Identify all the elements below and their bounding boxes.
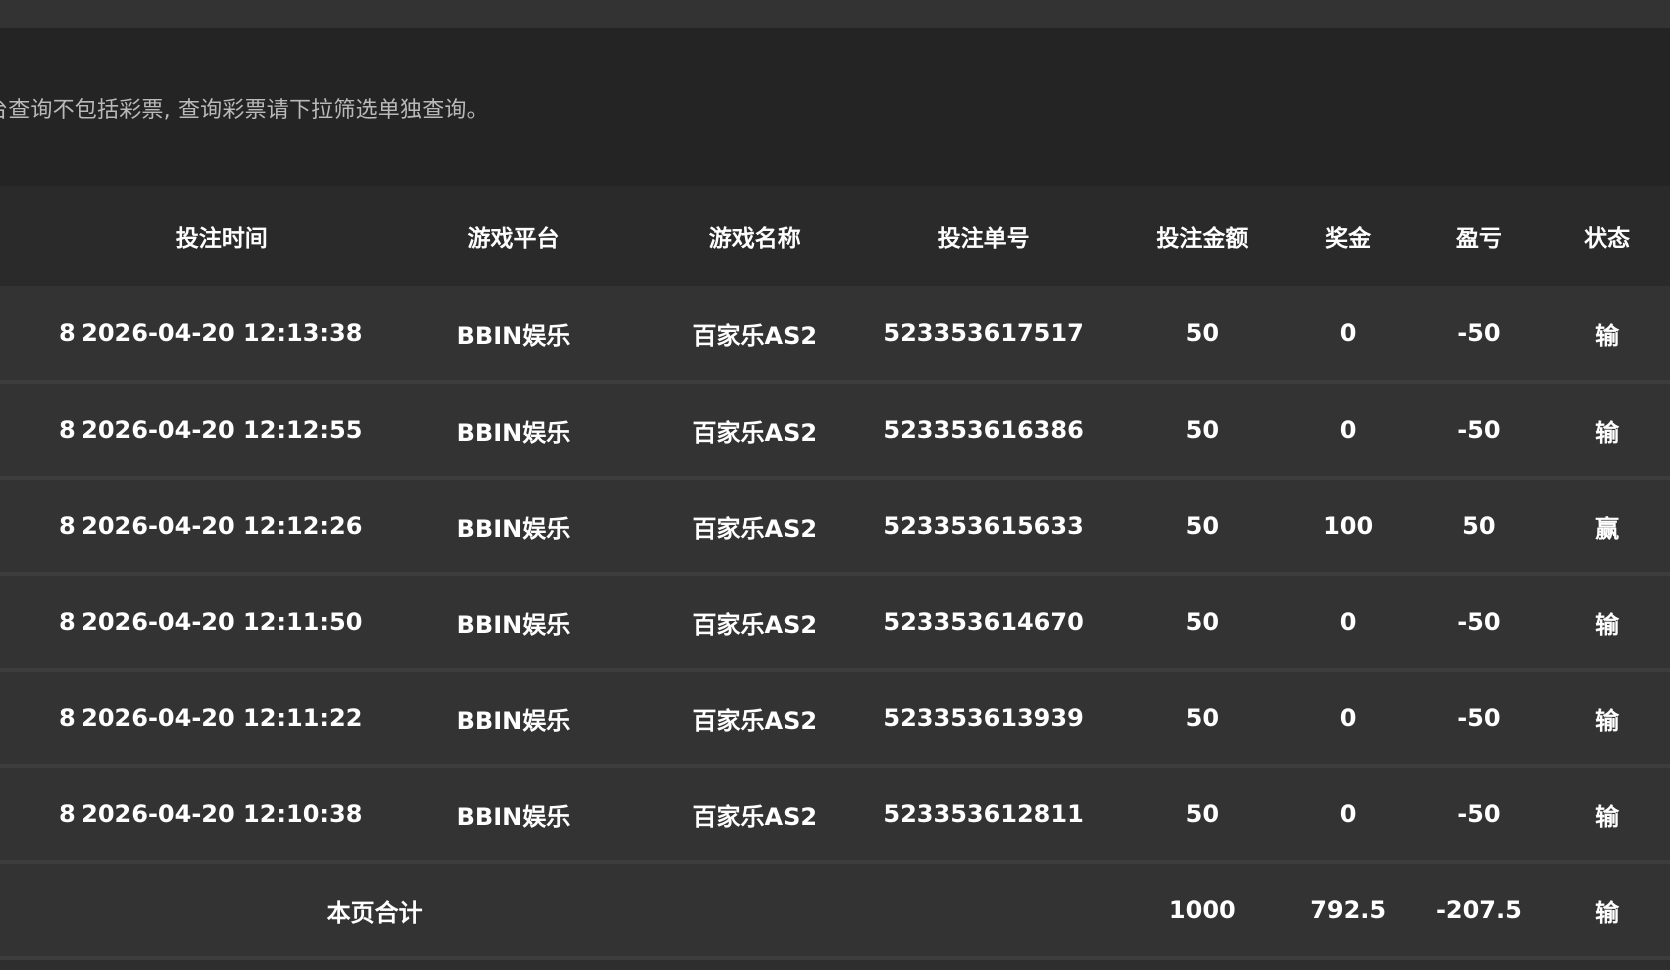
notice-text: 台查询不包括彩票, 查询彩票请下拉筛选单独查询。 — [0, 98, 489, 123]
table-row: 8 2026-04-20 12:12:26 BBIN娱乐 百家乐AS2 5233… — [0, 478, 1670, 574]
cell-order: 523353617517 — [883, 319, 1084, 347]
cell-id: 8 — [59, 800, 76, 828]
cell-platform: BBIN娱乐 — [456, 610, 571, 639]
notice-panel: 台查询不包括彩票, 查询彩票请下拉筛选单独查询。 — [0, 28, 1670, 186]
cell-game: 百家乐AS2 — [692, 802, 818, 831]
cell-time: 2026-04-20 12:12:55 — [81, 416, 363, 444]
cell-prize: 0 — [1339, 800, 1357, 828]
cell-profit: -50 — [1457, 800, 1501, 828]
summary-status: 输 — [1595, 898, 1620, 927]
table-row: 8 2026-04-20 12:11:22 BBIN娱乐 百家乐AS2 5233… — [0, 670, 1670, 766]
summary-amount: 1000 — [1168, 896, 1236, 924]
header-prize: 奖金 — [1325, 226, 1372, 252]
summary-order — [845, 862, 1122, 958]
cell-prize: 0 — [1339, 416, 1357, 444]
cell-time: 2026-04-20 12:10:38 — [81, 800, 363, 828]
cell-time: 2026-04-20 12:12:26 — [81, 512, 363, 540]
cell-amount: 50 — [1185, 319, 1220, 347]
cell-amount: 50 — [1185, 704, 1220, 732]
summary-row: 本页合计 1000 792.5 -207.5 输 — [0, 862, 1670, 958]
header-id — [0, 186, 81, 286]
bet-records-table-wrap: 投注时间 游戏平台 游戏名称 投注单号 投注金额 奖金 盈亏 状态 8 2026… — [0, 186, 1670, 970]
header-platform: 游戏平台 — [467, 226, 560, 252]
header-order: 投注单号 — [937, 226, 1030, 252]
cell-time: 2026-04-20 12:13:38 — [81, 319, 363, 347]
cell-platform: BBIN娱乐 — [456, 802, 571, 831]
header-time: 投注时间 — [175, 226, 268, 252]
cell-order: 523353613939 — [883, 704, 1084, 732]
cell-id: 8 — [59, 704, 76, 732]
cell-order: 523353612811 — [883, 800, 1084, 828]
table-row: 8 2026-04-20 12:13:38 BBIN娱乐 百家乐AS2 5233… — [0, 286, 1670, 382]
header-status: 状态 — [1584, 226, 1631, 252]
cell-amount: 50 — [1185, 608, 1220, 636]
summary-profit: -207.5 — [1435, 896, 1522, 924]
cell-game: 百家乐AS2 — [692, 418, 818, 447]
cell-platform: BBIN娱乐 — [456, 418, 571, 447]
cell-status: 输 — [1595, 706, 1620, 735]
cell-status: 赢 — [1595, 514, 1620, 543]
cell-profit: -50 — [1457, 416, 1501, 444]
cell-profit: -50 — [1457, 704, 1501, 732]
top-bar — [0, 0, 1670, 28]
table-header-row: 投注时间 游戏平台 游戏名称 投注单号 投注金额 奖金 盈亏 状态 — [0, 186, 1670, 286]
cell-status: 输 — [1595, 610, 1620, 639]
cell-game: 百家乐AS2 — [692, 706, 818, 735]
cell-profit: 50 — [1462, 512, 1496, 540]
cell-profit: -50 — [1457, 319, 1501, 347]
cell-status: 输 — [1595, 321, 1620, 350]
header-profit: 盈亏 — [1455, 226, 1502, 252]
summary-label: 本页合计 — [326, 898, 423, 927]
cell-platform: BBIN娱乐 — [456, 514, 571, 543]
cell-time: 2026-04-20 12:11:22 — [81, 704, 363, 732]
cell-platform: BBIN娱乐 — [456, 706, 571, 735]
table-row: 8 2026-04-20 12:11:50 BBIN娱乐 百家乐AS2 5233… — [0, 574, 1670, 670]
cell-id: 8 — [59, 319, 76, 347]
cell-prize: 0 — [1339, 704, 1357, 732]
cell-order: 523353614670 — [883, 608, 1084, 636]
cell-prize: 0 — [1339, 319, 1357, 347]
cell-amount: 50 — [1185, 800, 1220, 828]
cell-platform: BBIN娱乐 — [456, 321, 571, 350]
table-row: 8 2026-04-20 12:10:38 BBIN娱乐 百家乐AS2 5233… — [0, 766, 1670, 862]
cell-order: 523353615633 — [883, 512, 1084, 540]
cell-id: 8 — [59, 512, 76, 540]
cell-game: 百家乐AS2 — [692, 514, 818, 543]
cell-profit: -50 — [1457, 608, 1501, 636]
summary-prize: 792.5 — [1310, 896, 1387, 924]
bet-records-page: 台查询不包括彩票, 查询彩票请下拉筛选单独查询。 投注时间 游戏平台 游戏名称 … — [0, 0, 1670, 970]
cell-time: 2026-04-20 12:11:50 — [81, 608, 363, 636]
header-game: 游戏名称 — [708, 226, 801, 252]
cell-amount: 50 — [1185, 416, 1220, 444]
table-row: 8 2026-04-20 12:12:55 BBIN娱乐 百家乐AS2 5233… — [0, 382, 1670, 478]
cell-order: 523353616386 — [883, 416, 1084, 444]
cell-prize: 0 — [1339, 608, 1357, 636]
cell-game: 百家乐AS2 — [692, 321, 818, 350]
cell-amount: 50 — [1185, 512, 1220, 540]
cell-status: 输 — [1595, 418, 1620, 447]
cell-game: 百家乐AS2 — [692, 610, 818, 639]
cell-id: 8 — [59, 608, 76, 636]
cell-id: 8 — [59, 416, 76, 444]
cell-prize: 100 — [1323, 512, 1374, 540]
bet-records-table: 投注时间 游戏平台 游戏名称 投注单号 投注金额 奖金 盈亏 状态 8 2026… — [0, 186, 1670, 960]
header-amount: 投注金额 — [1156, 226, 1249, 252]
cell-status: 输 — [1595, 802, 1620, 831]
